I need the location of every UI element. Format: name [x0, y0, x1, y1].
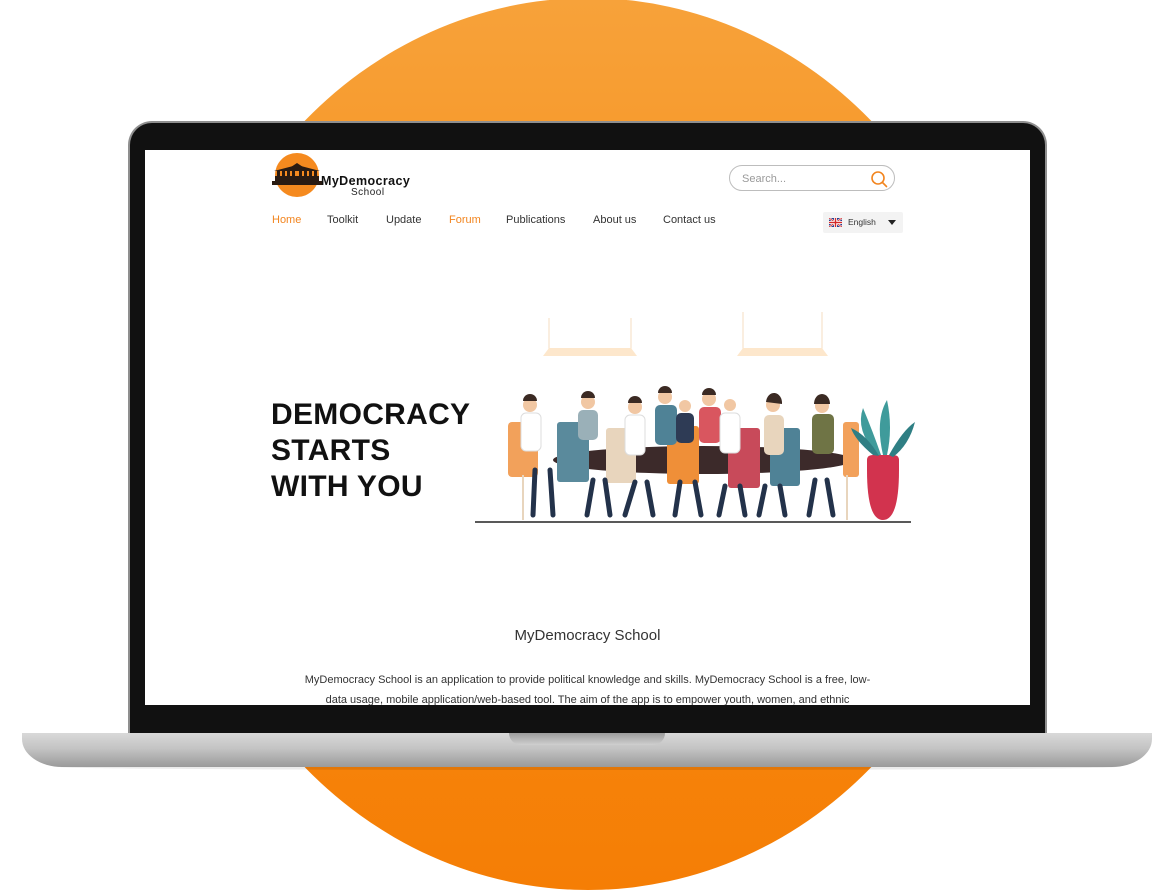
caret-down-icon	[888, 220, 896, 225]
section-description: MyDemocracy School is an application to …	[304, 674, 871, 705]
ceiling-lamp	[737, 312, 828, 356]
nav-item-toolkit[interactable]: Toolkit	[327, 214, 358, 226]
hero-line: WITH YOU	[271, 470, 423, 503]
brand-name: MyDemocracy	[321, 174, 411, 188]
nav-item-home[interactable]: Home	[272, 214, 301, 226]
search-input[interactable]	[740, 170, 864, 188]
laptop-bezel-bottom	[130, 706, 1045, 734]
nav-item-forum[interactable]: Forum	[449, 214, 481, 226]
nav-item-contact-us[interactable]: Contact us	[663, 214, 716, 226]
nav-item-about-us[interactable]: About us	[593, 214, 636, 226]
laptop-notch	[509, 733, 665, 745]
hero-title: DEMOCRACY STARTS WITH YOU	[271, 397, 470, 505]
search-box	[729, 165, 895, 191]
temple-icon	[272, 163, 322, 185]
uk-flag-icon	[829, 218, 842, 227]
site-logo[interactable]: MyDemocracy School	[271, 153, 421, 199]
hero-line: STARTS	[271, 434, 391, 467]
nav-item-publications[interactable]: Publications	[506, 214, 565, 226]
laptop-screen: MyDemocracy School Home Toolkit Update F…	[145, 150, 1030, 705]
language-label: English	[848, 217, 876, 227]
hero-line: DEMOCRACY	[271, 398, 471, 431]
ceiling-lamp	[543, 318, 637, 356]
nav-item-update[interactable]: Update	[386, 214, 421, 226]
language-select[interactable]: English	[823, 212, 903, 233]
meeting-illustration	[475, 312, 915, 523]
plant-icon	[851, 400, 915, 520]
brand-sub: School	[351, 187, 385, 198]
section-title: MyDemocracy School	[514, 627, 661, 644]
search-icon[interactable]	[870, 170, 888, 188]
